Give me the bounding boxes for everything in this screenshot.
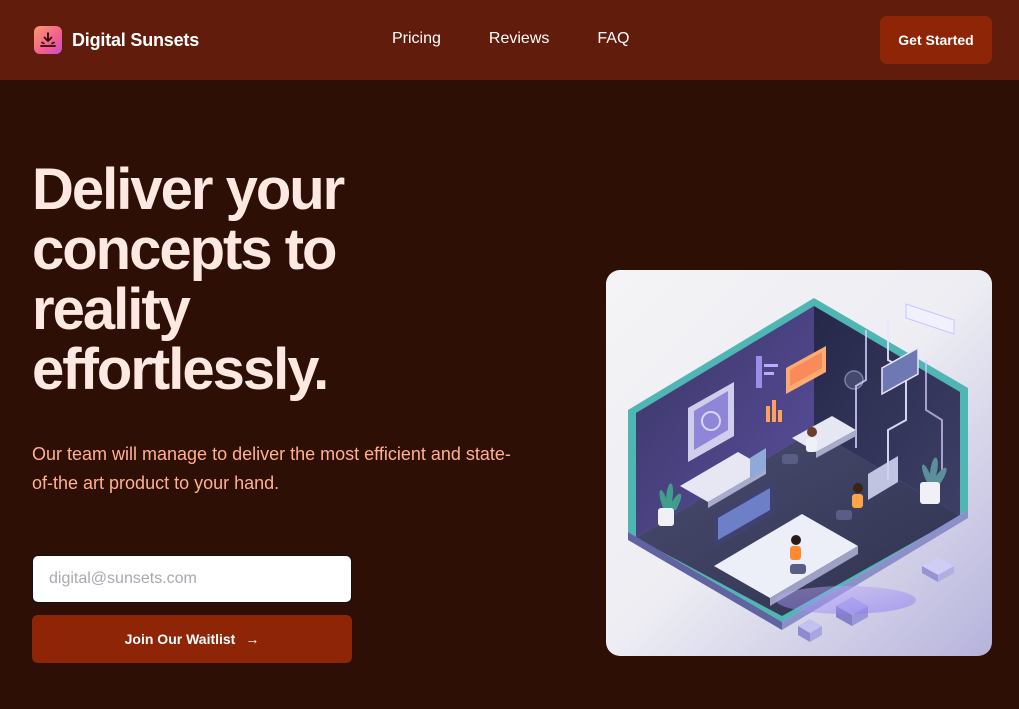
hero-title: Deliver your concepts to reality effortl…: [32, 157, 345, 402]
join-waitlist-button[interactable]: Join Our Waitlist →: [32, 615, 352, 663]
join-waitlist-label: Join Our Waitlist: [124, 631, 236, 647]
brand-name: Digital Sunsets: [72, 29, 200, 50]
top-navbar: Digital Sunsets Pricing Reviews FAQ Get …: [0, 0, 1019, 80]
isometric-office-illustration: [628, 298, 968, 642]
nav-link-faq[interactable]: FAQ: [597, 30, 629, 48]
email-input[interactable]: [32, 555, 352, 603]
brand[interactable]: Digital Sunsets: [34, 26, 199, 54]
nav-link-pricing[interactable]: Pricing: [392, 30, 441, 48]
arrow-right-icon: →: [245, 631, 260, 647]
get-started-button[interactable]: Get Started: [880, 16, 992, 64]
nav-link-reviews[interactable]: Reviews: [489, 30, 549, 48]
nav-links: Pricing Reviews FAQ: [392, 30, 677, 48]
hero-subtitle: Our team will manage to deliver the most…: [32, 444, 511, 493]
sunset-logo-icon: [34, 26, 62, 54]
hero-illustration-card: [606, 270, 992, 656]
